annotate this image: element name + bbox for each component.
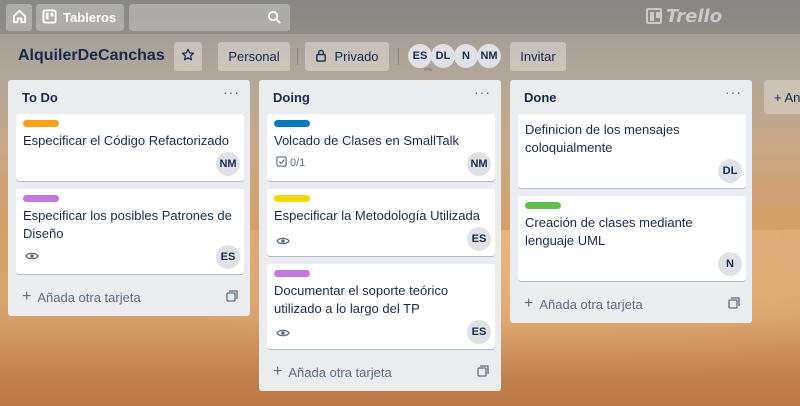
- checklist-count: 0/1: [290, 157, 306, 169]
- card-title: Definicion de los mensajes coloquialment…: [525, 122, 680, 155]
- add-card-label: Añada otra tarjeta: [37, 289, 141, 305]
- boards-button[interactable]: Tableros: [36, 4, 124, 31]
- search-input[interactable]: [129, 4, 290, 31]
- trello-logo-icon: [646, 8, 662, 24]
- card[interactable]: Especificar el Código Refactorizado NM: [16, 114, 244, 181]
- member-avatar[interactable]: NM: [477, 44, 501, 68]
- card-title: Especificar el Código Refactorizado: [23, 133, 229, 148]
- team-button[interactable]: Personal: [218, 42, 290, 71]
- card[interactable]: Definicion de los mensajes coloquialment…: [518, 114, 746, 188]
- add-card-button[interactable]: + Añada otra tarjeta: [16, 284, 141, 310]
- card-member-avatar[interactable]: NM: [216, 152, 240, 176]
- more-icon[interactable]: ···: [474, 84, 491, 100]
- visibility-button[interactable]: Privado: [305, 42, 389, 71]
- watch-eye-icon: [276, 234, 290, 249]
- top-bar: Tableros Trello: [0, 0, 800, 34]
- card-label[interactable]: [274, 195, 310, 202]
- board-icon: [42, 8, 57, 27]
- card-member-avatar[interactable]: NM: [467, 152, 491, 176]
- card-template-icon[interactable]: [226, 290, 238, 305]
- search-icon: [267, 10, 282, 28]
- card[interactable]: Especificar los posibles Patrones de Dis…: [16, 189, 244, 274]
- list-todo: To Do ··· Especificar el Código Refactor…: [8, 80, 250, 316]
- add-card-label: Añada otra tarjeta: [288, 364, 392, 380]
- star-button[interactable]: [174, 42, 202, 71]
- lock-icon: [315, 49, 327, 65]
- card[interactable]: Especificar la Metodología Utilizada ES: [267, 189, 495, 256]
- divider: [398, 48, 399, 65]
- more-icon[interactable]: ···: [223, 84, 240, 100]
- card-label[interactable]: [274, 120, 310, 127]
- list-title[interactable]: To Do: [22, 90, 58, 105]
- card[interactable]: Volcado de Clases en SmallTalk 0/1 NM: [267, 114, 495, 181]
- add-list-button[interactable]: + An: [764, 80, 800, 114]
- home-icon: [12, 9, 27, 27]
- list-title[interactable]: Done: [524, 90, 557, 105]
- card-label[interactable]: [525, 202, 561, 209]
- admin-chevron-icon: ︽: [424, 63, 432, 72]
- checklist-icon: [276, 156, 287, 170]
- card-title: Especificar los posibles Patrones de Dis…: [23, 208, 232, 241]
- star-icon: [181, 48, 195, 65]
- list-doing: Doing ··· Volcado de Clases en SmallTalk…: [259, 80, 501, 391]
- card-title: Creación de clases mediante lenguaje UML: [525, 215, 693, 248]
- add-card-label: Añada otra tarjeta: [539, 296, 643, 312]
- card[interactable]: Creación de clases mediante lenguaje UML…: [518, 196, 746, 281]
- card-member-avatar[interactable]: ES: [467, 227, 491, 251]
- card-template-icon[interactable]: [477, 365, 489, 380]
- home-button[interactable]: [6, 4, 32, 31]
- member-avatar[interactable]: DL: [431, 44, 455, 68]
- more-icon[interactable]: ···: [725, 84, 742, 100]
- card-label[interactable]: [274, 270, 310, 277]
- card-template-icon[interactable]: [728, 297, 740, 312]
- trello-logo[interactable]: Trello: [646, 4, 722, 28]
- member-avatar[interactable]: N: [454, 44, 478, 68]
- logo-text: Trello: [666, 5, 723, 27]
- card-label[interactable]: [23, 120, 59, 127]
- watch-eye-icon: [276, 326, 290, 341]
- card[interactable]: Documentar el soporte teórico utilizado …: [267, 264, 495, 349]
- card-label[interactable]: [23, 195, 59, 202]
- invite-button[interactable]: Invitar: [510, 42, 566, 71]
- card-title: Especificar la Metodología Utilizada: [274, 208, 480, 223]
- card-member-avatar[interactable]: ES: [216, 245, 240, 269]
- plus-icon: +: [273, 363, 283, 380]
- card-member-avatar[interactable]: N: [718, 252, 742, 276]
- list-done: Done ··· Definicion de los mensajes colo…: [510, 80, 752, 323]
- boards-label: Tableros: [63, 10, 117, 25]
- add-card-button[interactable]: + Añada otra tarjeta: [267, 359, 392, 385]
- card-title: Documentar el soporte teórico utilizado …: [274, 283, 449, 316]
- plus-icon: +: [524, 295, 534, 312]
- list-title[interactable]: Doing: [273, 90, 310, 105]
- checklist-badge: 0/1: [276, 156, 305, 170]
- card-member-avatar[interactable]: ES: [467, 320, 491, 344]
- add-card-button[interactable]: + Añada otra tarjeta: [518, 291, 643, 317]
- plus-icon: +: [22, 288, 32, 305]
- card-member-avatar[interactable]: DL: [718, 159, 742, 183]
- card-title: Volcado de Clases en SmallTalk: [274, 133, 459, 148]
- visibility-label: Privado: [334, 49, 379, 64]
- board-title[interactable]: AlquilerDeCanchas: [18, 47, 165, 65]
- divider: [297, 48, 298, 65]
- watch-eye-icon: [25, 249, 39, 264]
